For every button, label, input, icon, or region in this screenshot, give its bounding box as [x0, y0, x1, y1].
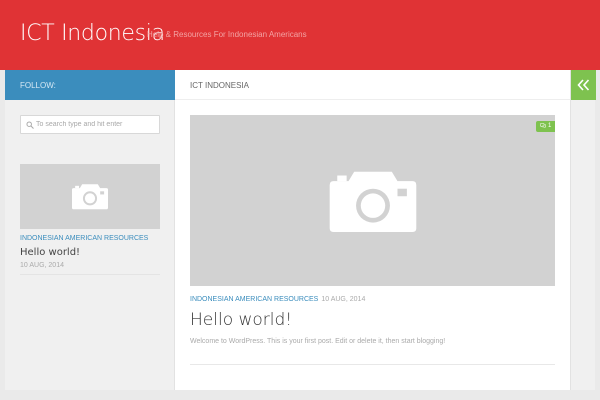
sidebar-post-title[interactable]: Hello world! [20, 247, 80, 258]
sidebar: FOLLOW: INDONESIAN AMERICAN RESOURCES He… [5, 70, 175, 390]
site-header: ICT Indonesia Help & Resources For Indon… [0, 0, 600, 70]
follow-bar: FOLLOW: [5, 70, 175, 100]
search-box[interactable] [20, 115, 160, 134]
site-tagline: Help & Resources For Indonesian American… [147, 30, 307, 39]
sidebar-post-date: 10 AUG, 2014 [20, 262, 64, 269]
camera-icon [72, 184, 108, 210]
post-meta: INDONESIAN AMERICAN RESOURCES 10 AUG, 201… [190, 296, 365, 303]
post-excerpt: Welcome to WordPress. This is your first… [190, 338, 446, 345]
post-title[interactable]: Hello world! [190, 310, 292, 330]
comments-icon [540, 123, 546, 128]
breadcrumb-bar: ICT INDONESIA [175, 70, 570, 100]
site-title[interactable]: ICT Indonesia [20, 21, 165, 46]
post-thumbnail[interactable]: 1 [190, 115, 555, 286]
camera-icon [329, 171, 417, 232]
double-chevron-left-icon [577, 79, 590, 91]
comment-count: 1 [548, 123, 552, 129]
search-input[interactable] [36, 116, 156, 133]
page-wrapper: FOLLOW: INDONESIAN AMERICAN RESOURCES He… [5, 70, 595, 390]
post-category[interactable]: INDONESIAN AMERICAN RESOURCES [190, 296, 318, 303]
post-date: 10 AUG, 2014 [321, 296, 366, 303]
sidebar-post-category[interactable]: INDONESIAN AMERICAN RESOURCES [20, 235, 148, 242]
right-sidebar-collapsed [570, 70, 595, 390]
main-content: ICT INDONESIA 1 INDONESIAN AMERICAN RESO… [175, 70, 570, 390]
breadcrumb: ICT INDONESIA [190, 81, 249, 90]
search-icon [26, 121, 34, 129]
sidebar-divider [20, 274, 160, 275]
follow-label: FOLLOW: [20, 81, 56, 90]
post-divider [190, 364, 555, 365]
comment-count-badge[interactable]: 1 [536, 121, 555, 132]
sidebar-post-thumbnail[interactable] [20, 164, 160, 229]
sidebar-toggle-button[interactable] [571, 70, 596, 100]
